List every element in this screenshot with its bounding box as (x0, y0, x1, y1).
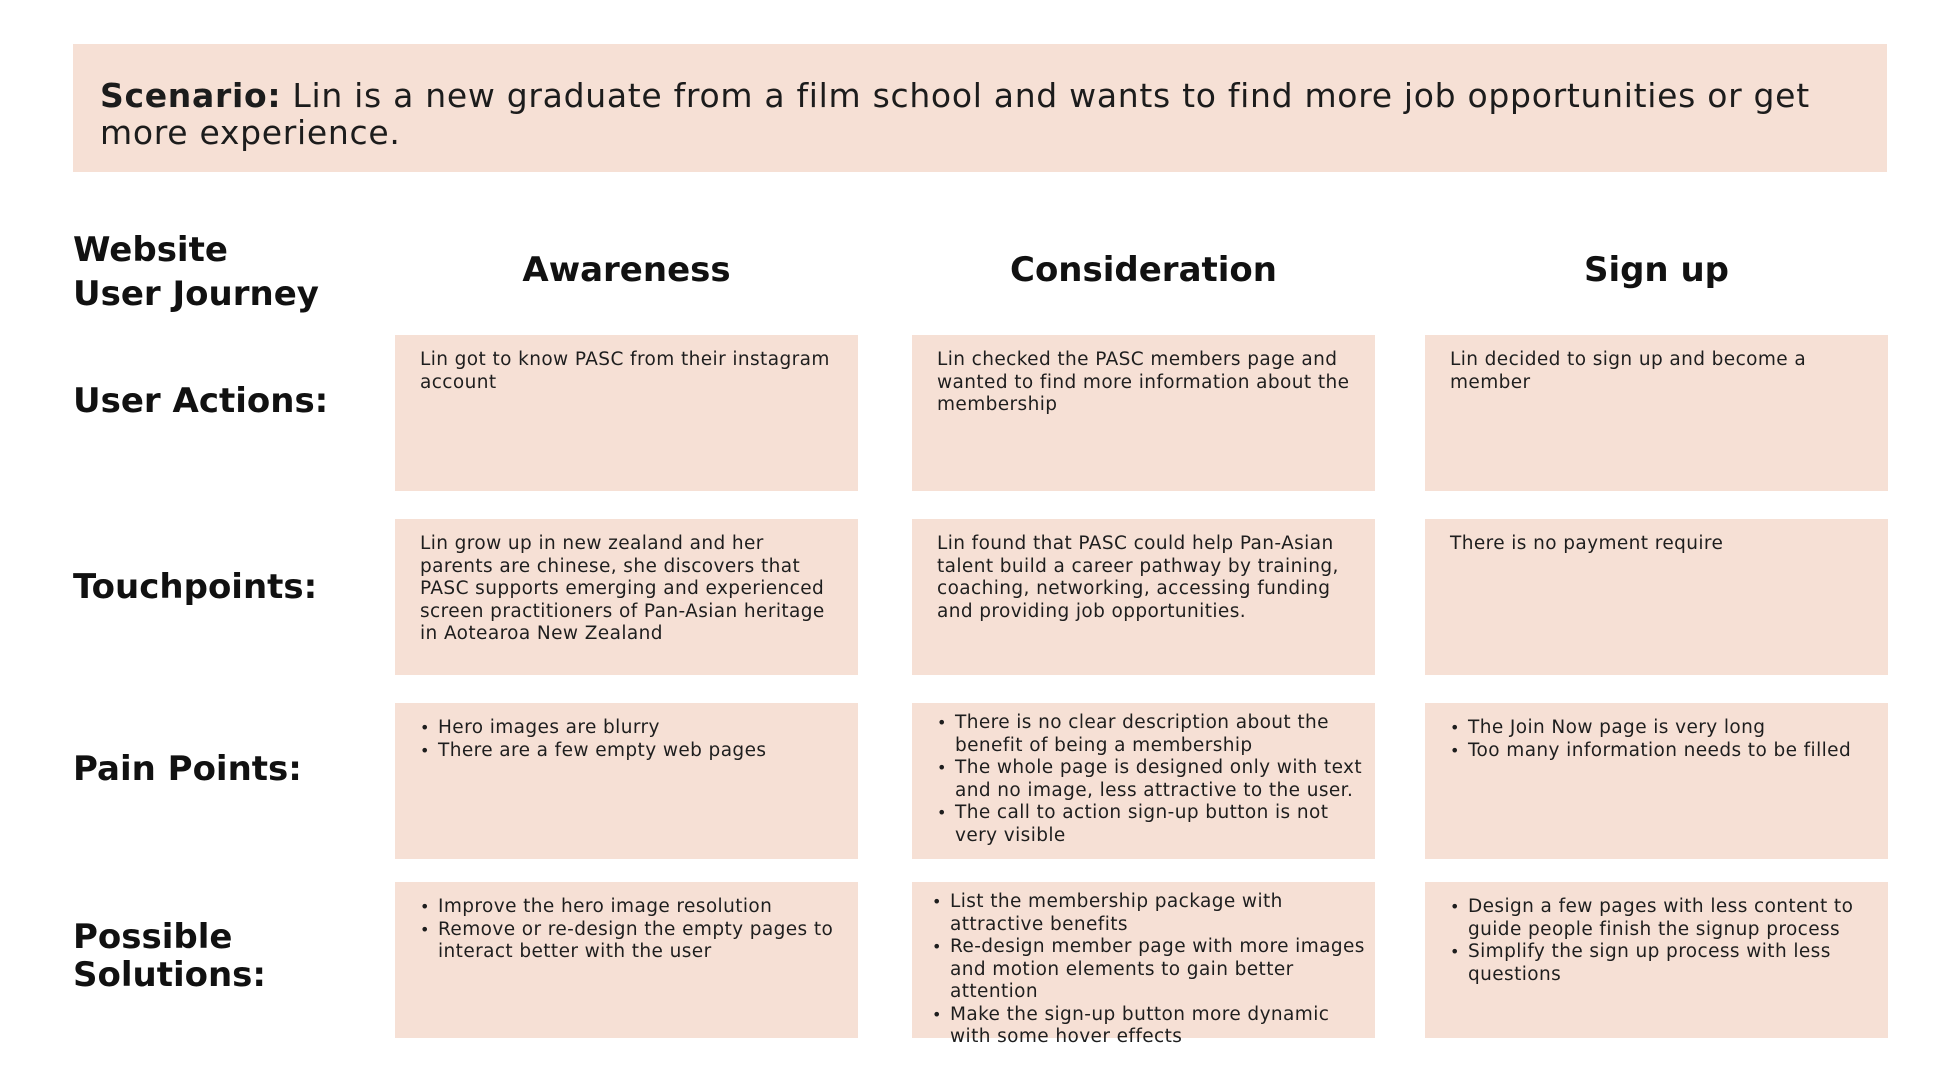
bullet-list: The Join Now page is very long Too many … (1450, 717, 1880, 762)
bullet-item: The Join Now page is very long (1450, 717, 1880, 740)
stage-sign-up: Sign up (1583, 250, 1730, 290)
scenario-text: Lin is a new graduate from a film school… (100, 76, 1810, 152)
scenario-label: Scenario: (100, 76, 282, 115)
bullet-list: Improve the hero image resolution Remove… (420, 896, 834, 964)
bullet-item: Re-design member page with more images a… (932, 936, 1369, 1004)
stage-awareness: Awareness (522, 250, 731, 290)
card-text: Lin got to know PASC from their instagra… (420, 349, 830, 393)
row-label-possible-solutions: Possible Solutions: (73, 918, 266, 994)
card-text: Lin found that PASC could help Pan-Asian… (937, 533, 1339, 622)
bullet-item: There are a few empty web pages (420, 740, 834, 763)
user-actions-sign-up-card: Lin decided to sign up and become a memb… (1425, 335, 1888, 491)
bullet-item: Hero images are blurry (420, 717, 834, 740)
bullet-item: Remove or re-design the empty pages to i… (420, 919, 834, 964)
user-actions-awareness-card: Lin got to know PASC from their instagra… (395, 335, 858, 491)
solutions-awareness-card: Improve the hero image resolution Remove… (395, 882, 858, 1038)
card-text: Lin decided to sign up and become a memb… (1450, 349, 1807, 393)
bullet-item: Make the sign-up button more dynamic wit… (932, 1004, 1369, 1049)
touchpoints-sign-up-card: There is no payment require (1425, 519, 1888, 675)
bullet-item: Design a few pages with less content to … (1450, 896, 1864, 941)
row-label-user-actions: User Actions: (73, 381, 329, 421)
journey-title-line2: User Journey (73, 274, 319, 314)
bullet-item: Too many information needs to be filled (1450, 740, 1880, 763)
card-text: There is no payment require (1450, 533, 1724, 554)
solutions-sign-up-card: Design a few pages with less content to … (1425, 882, 1888, 1038)
user-actions-consideration-card: Lin checked the PASC members page and wa… (912, 335, 1375, 491)
row-label-possible-solutions-line2: Solutions: (73, 955, 267, 995)
row-label-possible-solutions-line1: Possible (73, 917, 233, 957)
journey-title: Website User Journey (73, 228, 319, 316)
journey-title-line1: Website (73, 230, 228, 270)
bullet-list: There is no clear description about the … (937, 712, 1371, 847)
bullet-item: Simplify the sign up process with less q… (1450, 941, 1864, 986)
bullet-list: Hero images are blurry There are a few e… (420, 717, 834, 762)
pain-points-consideration-card: There is no clear description about the … (912, 703, 1375, 859)
card-text: Lin grow up in new zealand and her paren… (420, 533, 825, 644)
solutions-consideration-card: List the membership package with attract… (912, 882, 1375, 1047)
row-label-pain-points: Pain Points: (73, 749, 302, 789)
bullet-item: The whole page is designed only with tex… (937, 757, 1371, 802)
bullet-item: There is no clear description about the … (937, 712, 1371, 757)
touchpoints-consideration-card: Lin found that PASC could help Pan-Asian… (912, 519, 1375, 675)
pain-points-awareness-card: Hero images are blurry There are a few e… (395, 703, 858, 859)
row-label-touchpoints: Touchpoints: (73, 567, 318, 607)
pain-points-sign-up-card: The Join Now page is very long Too many … (1425, 703, 1888, 859)
bullet-item: List the membership package with attract… (932, 891, 1369, 936)
bullet-list: List the membership package with attract… (932, 891, 1369, 1049)
bullet-item: The call to action sign-up button is not… (937, 802, 1371, 847)
touchpoints-awareness-card: Lin grow up in new zealand and her paren… (395, 519, 858, 675)
card-text: Lin checked the PASC members page and wa… (937, 349, 1350, 415)
bullet-item: Improve the hero image resolution (420, 896, 834, 919)
bullet-list: Design a few pages with less content to … (1450, 896, 1864, 986)
stage-consideration: Consideration (1010, 250, 1277, 290)
scenario-banner: Scenario: Lin is a new graduate from a f… (73, 44, 1887, 172)
